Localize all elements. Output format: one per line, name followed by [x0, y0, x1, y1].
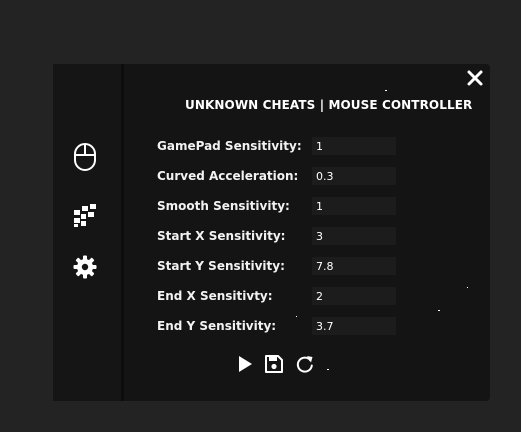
setting-row-gamepad-sensitivity: GamePad Sensitivity: [157, 137, 407, 157]
end-y-sensitivity-input[interactable] [312, 317, 396, 335]
setting-label: GamePad Sensitivity: [157, 139, 302, 153]
setting-label: End X Sensitivty: [157, 289, 273, 303]
setting-row-end-y-sensitivity: End Y Sensitivity: [157, 317, 407, 337]
setting-label: Curved Acceleration: [157, 169, 299, 183]
refresh-icon [296, 356, 313, 373]
gamepad-sensitivity-input[interactable] [312, 137, 396, 155]
setting-label: End Y Sensitivity: [157, 319, 277, 333]
setting-label: Smooth Sensitivity: [157, 199, 290, 213]
sidebar-item-mouse[interactable] [71, 142, 99, 172]
sidebar-item-grid[interactable] [71, 200, 99, 230]
smooth-sensitivity-input[interactable] [312, 197, 396, 215]
grid-icon [74, 204, 96, 227]
reset-button[interactable] [295, 354, 315, 374]
save-icon [265, 355, 283, 373]
sidebar [53, 64, 124, 401]
sidebar-item-settings[interactable] [71, 252, 99, 282]
play-icon [239, 356, 252, 372]
mouse-icon [74, 143, 96, 171]
close-icon [467, 70, 483, 86]
save-button[interactable] [264, 354, 284, 374]
setting-row-start-y-sensitivity: Start Y Sensitivity: [157, 257, 407, 277]
setting-row-smooth-sensitivity: Smooth Sensitivity: [157, 197, 407, 217]
setting-row-end-x-sensitivity: End X Sensitivty: [157, 287, 407, 307]
start-x-sensitivity-input[interactable] [312, 227, 396, 245]
app-window: UNKNOWN CHEATS | MOUSE CONTROLLER GamePa… [53, 64, 490, 401]
action-bar [235, 354, 335, 376]
artifact-dot [467, 287, 468, 288]
setting-row-start-x-sensitivity: Start X Sensitivity: [157, 227, 407, 247]
setting-row-curved-acceleration: Curved Acceleration: [157, 167, 407, 187]
curved-acceleration-input[interactable] [312, 167, 396, 185]
artifact-dot [385, 90, 387, 91]
setting-label: Start X Sensitivity: [157, 229, 286, 243]
artifact-dot [438, 310, 440, 311]
end-x-sensitivity-input[interactable] [312, 287, 396, 305]
close-button[interactable] [466, 69, 484, 87]
window-title: UNKNOWN CHEATS | MOUSE CONTROLLER [185, 98, 473, 112]
start-y-sensitivity-input[interactable] [312, 257, 396, 275]
gear-icon [73, 255, 97, 279]
artifact-dot [327, 369, 329, 370]
setting-label: Start Y Sensitivity: [157, 259, 285, 273]
start-button[interactable] [235, 354, 255, 374]
